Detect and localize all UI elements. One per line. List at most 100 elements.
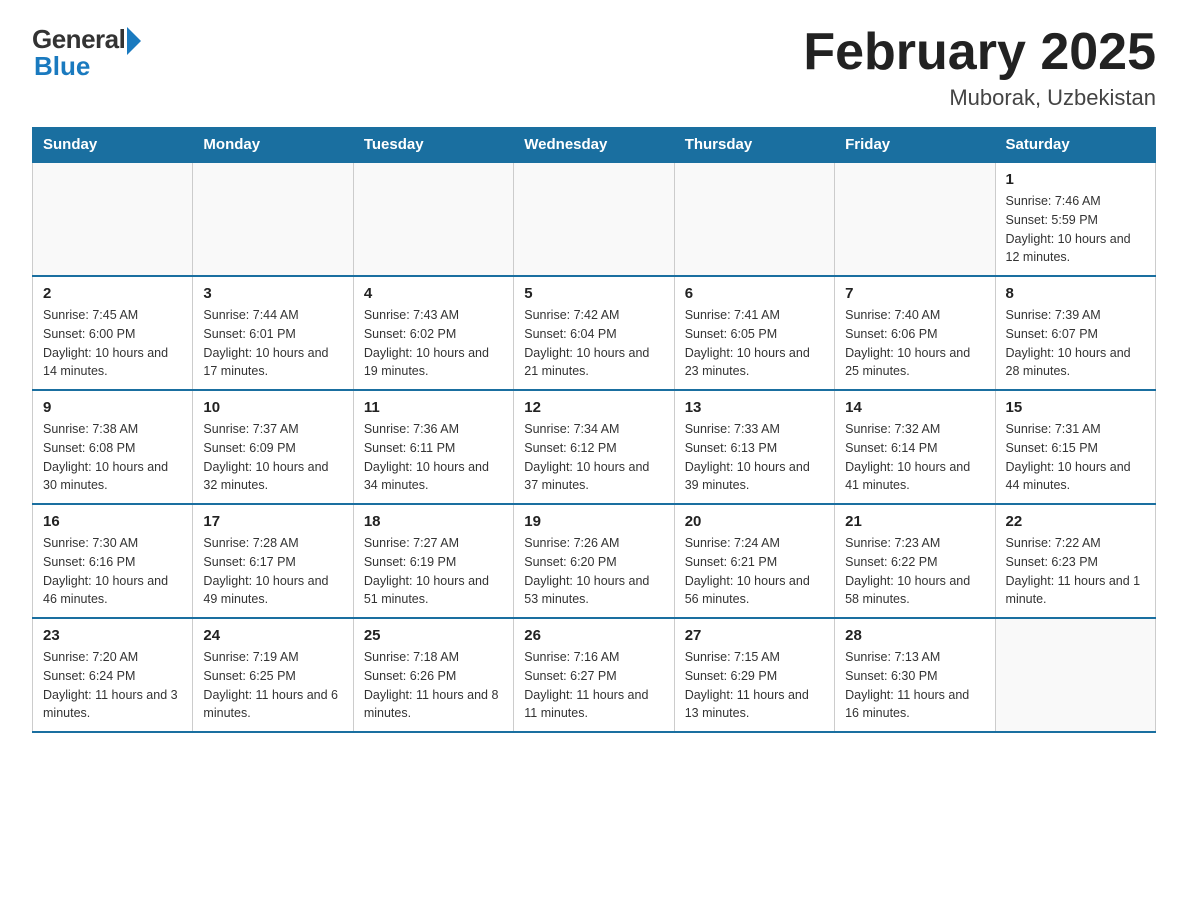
calendar-cell: 27 Sunrise: 7:15 AMSunset: 6:29 PMDayligh…: [674, 618, 834, 732]
day-info: Sunrise: 7:30 AMSunset: 6:16 PMDaylight:…: [43, 534, 182, 609]
day-info: Sunrise: 7:24 AMSunset: 6:21 PMDaylight:…: [685, 534, 824, 609]
calendar-cell: [835, 162, 995, 276]
day-number: 9: [43, 399, 182, 416]
day-info: Sunrise: 7:19 AMSunset: 6:25 PMDaylight:…: [203, 648, 342, 723]
calendar-cell: 10 Sunrise: 7:37 AMSunset: 6:09 PMDayligh…: [193, 390, 353, 504]
calendar-cell: 22 Sunrise: 7:22 AMSunset: 6:23 PMDayligh…: [995, 504, 1155, 618]
day-of-week-header: Tuesday: [353, 128, 513, 163]
day-number: 12: [524, 399, 663, 416]
day-number: 14: [845, 399, 984, 416]
calendar-week-row: 16 Sunrise: 7:30 AMSunset: 6:16 PMDayligh…: [33, 504, 1156, 618]
calendar-cell: [995, 618, 1155, 732]
calendar-week-row: 23 Sunrise: 7:20 AMSunset: 6:24 PMDayligh…: [33, 618, 1156, 732]
day-info: Sunrise: 7:39 AMSunset: 6:07 PMDaylight:…: [1006, 306, 1145, 381]
day-info: Sunrise: 7:37 AMSunset: 6:09 PMDaylight:…: [203, 420, 342, 495]
day-number: 19: [524, 513, 663, 530]
calendar-cell: 1 Sunrise: 7:46 AMSunset: 5:59 PMDaylight…: [995, 162, 1155, 276]
day-info: Sunrise: 7:46 AMSunset: 5:59 PMDaylight:…: [1006, 192, 1145, 267]
day-info: Sunrise: 7:40 AMSunset: 6:06 PMDaylight:…: [845, 306, 984, 381]
day-number: 26: [524, 627, 663, 644]
calendar-cell: 19 Sunrise: 7:26 AMSunset: 6:20 PMDayligh…: [514, 504, 674, 618]
calendar-cell: 11 Sunrise: 7:36 AMSunset: 6:11 PMDayligh…: [353, 390, 513, 504]
day-number: 17: [203, 513, 342, 530]
day-info: Sunrise: 7:38 AMSunset: 6:08 PMDaylight:…: [43, 420, 182, 495]
calendar-week-row: 1 Sunrise: 7:46 AMSunset: 5:59 PMDaylight…: [33, 162, 1156, 276]
day-info: Sunrise: 7:43 AMSunset: 6:02 PMDaylight:…: [364, 306, 503, 381]
calendar-cell: [514, 162, 674, 276]
day-of-week-header: Wednesday: [514, 128, 674, 163]
calendar-cell: [33, 162, 193, 276]
day-of-week-header: Saturday: [995, 128, 1155, 163]
logo-arrow-icon: [127, 27, 141, 55]
day-info: Sunrise: 7:32 AMSunset: 6:14 PMDaylight:…: [845, 420, 984, 495]
calendar-header-row: SundayMondayTuesdayWednesdayThursdayFrid…: [33, 128, 1156, 163]
day-info: Sunrise: 7:45 AMSunset: 6:00 PMDaylight:…: [43, 306, 182, 381]
calendar-cell: 4 Sunrise: 7:43 AMSunset: 6:02 PMDaylight…: [353, 276, 513, 390]
day-number: 22: [1006, 513, 1145, 530]
calendar-cell: 21Sunrise: 7:23 AMSunset: 6:22 PMDayligh…: [835, 504, 995, 618]
day-info: Sunrise: 7:33 AMSunset: 6:13 PMDaylight:…: [685, 420, 824, 495]
day-number: 7: [845, 285, 984, 302]
calendar-cell: 23 Sunrise: 7:20 AMSunset: 6:24 PMDayligh…: [33, 618, 193, 732]
day-number: 15: [1006, 399, 1145, 416]
day-info: Sunrise: 7:22 AMSunset: 6:23 PMDaylight:…: [1006, 534, 1145, 609]
day-of-week-header: Friday: [835, 128, 995, 163]
calendar-cell: 18 Sunrise: 7:27 AMSunset: 6:19 PMDayligh…: [353, 504, 513, 618]
day-info: Sunrise: 7:44 AMSunset: 6:01 PMDaylight:…: [203, 306, 342, 381]
day-number: 10: [203, 399, 342, 416]
day-info: Sunrise: 7:41 AMSunset: 6:05 PMDaylight:…: [685, 306, 824, 381]
month-title: February 2025: [803, 24, 1156, 81]
calendar-cell: [353, 162, 513, 276]
calendar-cell: [193, 162, 353, 276]
day-info: Sunrise: 7:18 AMSunset: 6:26 PMDaylight:…: [364, 648, 503, 723]
day-number: 2: [43, 285, 182, 302]
calendar-cell: 3 Sunrise: 7:44 AMSunset: 6:01 PMDaylight…: [193, 276, 353, 390]
calendar-week-row: 9 Sunrise: 7:38 AMSunset: 6:08 PMDaylight…: [33, 390, 1156, 504]
day-number: 24: [203, 627, 342, 644]
day-info: Sunrise: 7:31 AMSunset: 6:15 PMDaylight:…: [1006, 420, 1145, 495]
day-number: 1: [1006, 171, 1145, 188]
day-number: 6: [685, 285, 824, 302]
day-info: Sunrise: 7:26 AMSunset: 6:20 PMDaylight:…: [524, 534, 663, 609]
calendar-cell: 9 Sunrise: 7:38 AMSunset: 6:08 PMDaylight…: [33, 390, 193, 504]
day-number: 18: [364, 513, 503, 530]
day-info: Sunrise: 7:34 AMSunset: 6:12 PMDaylight:…: [524, 420, 663, 495]
day-of-week-header: Monday: [193, 128, 353, 163]
calendar-cell: 7 Sunrise: 7:40 AMSunset: 6:06 PMDaylight…: [835, 276, 995, 390]
calendar-cell: 16 Sunrise: 7:30 AMSunset: 6:16 PMDayligh…: [33, 504, 193, 618]
day-info: Sunrise: 7:16 AMSunset: 6:27 PMDaylight:…: [524, 648, 663, 723]
day-number: 3: [203, 285, 342, 302]
day-number: 20: [685, 513, 824, 530]
logo-blue-text: Blue: [34, 51, 90, 82]
day-number: 11: [364, 399, 503, 416]
day-info: Sunrise: 7:36 AMSunset: 6:11 PMDaylight:…: [364, 420, 503, 495]
day-number: 23: [43, 627, 182, 644]
calendar-cell: 12 Sunrise: 7:34 AMSunset: 6:12 PMDayligh…: [514, 390, 674, 504]
calendar-cell: 26 Sunrise: 7:16 AMSunset: 6:27 PMDayligh…: [514, 618, 674, 732]
location-subtitle: Muborak, Uzbekistan: [803, 85, 1156, 111]
calendar-cell: 6 Sunrise: 7:41 AMSunset: 6:05 PMDaylight…: [674, 276, 834, 390]
calendar-cell: 14 Sunrise: 7:32 AMSunset: 6:14 PMDayligh…: [835, 390, 995, 504]
calendar-cell: 28Sunrise: 7:13 AMSunset: 6:30 PMDayligh…: [835, 618, 995, 732]
day-number: 25: [364, 627, 503, 644]
day-number: 5: [524, 285, 663, 302]
calendar-cell: 17 Sunrise: 7:28 AMSunset: 6:17 PMDayligh…: [193, 504, 353, 618]
day-number: 27: [685, 627, 824, 644]
calendar-cell: 25 Sunrise: 7:18 AMSunset: 6:26 PMDayligh…: [353, 618, 513, 732]
day-info: Sunrise: 7:27 AMSunset: 6:19 PMDaylight:…: [364, 534, 503, 609]
day-of-week-header: Thursday: [674, 128, 834, 163]
day-number: 8: [1006, 285, 1145, 302]
day-number: 28: [845, 627, 984, 644]
day-info: Sunrise: 7:28 AMSunset: 6:17 PMDaylight:…: [203, 534, 342, 609]
calendar-cell: 8 Sunrise: 7:39 AMSunset: 6:07 PMDaylight…: [995, 276, 1155, 390]
day-number: 16: [43, 513, 182, 530]
calendar-cell: [674, 162, 834, 276]
logo: General Blue: [32, 24, 141, 82]
calendar-cell: 15 Sunrise: 7:31 AMSunset: 6:15 PMDayligh…: [995, 390, 1155, 504]
day-info: Sunrise: 7:42 AMSunset: 6:04 PMDaylight:…: [524, 306, 663, 381]
title-block: February 2025 Muborak, Uzbekistan: [803, 24, 1156, 111]
day-number: 4: [364, 285, 503, 302]
day-info: Sunrise: 7:15 AMSunset: 6:29 PMDaylight:…: [685, 648, 824, 723]
day-info: Sunrise: 7:20 AMSunset: 6:24 PMDaylight:…: [43, 648, 182, 723]
calendar-week-row: 2 Sunrise: 7:45 AMSunset: 6:00 PMDaylight…: [33, 276, 1156, 390]
